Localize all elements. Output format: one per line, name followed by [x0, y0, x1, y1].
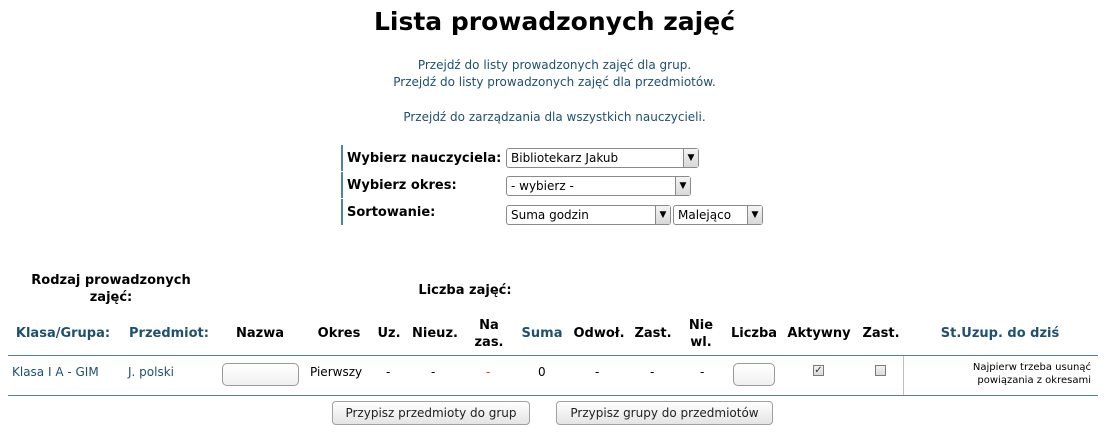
column-aktywny: Aktywny [787, 326, 851, 341]
row-suma: 0 [538, 365, 546, 379]
column-suma[interactable]: Suma [516, 325, 568, 342]
filter-row-marker [341, 172, 343, 198]
all-teachers-link[interactable]: Przejdź do zarządzania dla wszystkich na… [0, 109, 1109, 125]
row-zast-checkbox[interactable] [875, 365, 886, 376]
row-uz: - [386, 365, 391, 379]
checkmark-icon: ✓ [814, 365, 823, 376]
assign-subjects-to-groups-button[interactable]: Przypisz przedmioty do grup [332, 401, 530, 425]
filter-row-marker [341, 199, 343, 225]
chevron-down-icon: ▼ [747, 206, 762, 224]
row-nie-wl: - [700, 365, 705, 379]
chevron-down-icon: ▼ [675, 177, 690, 195]
column-odwol: Odwoł. [573, 326, 625, 341]
sort-label: Sortowanie: [347, 205, 436, 220]
column-klasa-grupa[interactable]: Klasa/Grupa: [8, 325, 118, 342]
sort-order-select[interactable]: Malejąco ▼ [673, 205, 763, 225]
course-type-heading: Rodzaj prowadzonych zajęć: [31, 273, 191, 305]
chevron-down-icon: ▼ [655, 206, 670, 224]
row-klasa-link[interactable]: Klasa I A - GIM [12, 364, 99, 380]
groups-list-link[interactable]: Przejdź do listy prowadzonych zajęć dla … [0, 57, 1109, 73]
column-nieuz: Nieuz. [412, 326, 458, 341]
filters-panel: Wybierz nauczyciela: Bibliotekarz Jakub … [341, 144, 781, 225]
teacher-select-value: Bibliotekarz Jakub [511, 151, 619, 165]
assign-groups-to-subjects-button[interactable]: Przypisz grupy do przedmiotów [556, 401, 773, 425]
period-select[interactable]: - wybierz - ▼ [506, 176, 691, 196]
row-odwol: - [595, 365, 600, 379]
column-zast: Zast. [634, 326, 672, 341]
row-nazwa-input[interactable] [222, 363, 299, 386]
subjects-list-link[interactable]: Przejdź do listy prowadzonych zajęć dla … [0, 74, 1109, 90]
column-st-uzup[interactable]: St.Uzup. do dziś [920, 325, 1080, 342]
column-liczba: Liczba [730, 326, 778, 341]
row-liczba-input[interactable] [733, 363, 775, 386]
column-przedmiot[interactable]: Przedmiot: [124, 325, 214, 342]
period-label: Wybierz okres: [347, 178, 457, 193]
column-na-zas: Na zas. [474, 318, 504, 350]
table-bottom-divider [8, 395, 1098, 396]
column-uz: Uz. [377, 326, 401, 341]
row-przedmiot-link[interactable]: J. polski [128, 364, 174, 380]
column-okres: Okres [317, 326, 361, 341]
table-header-divider [8, 355, 1098, 356]
period-select-value: - wybierz - [511, 179, 574, 193]
row-na-zas: - [486, 365, 491, 379]
row-okres: Pierwszy [310, 365, 363, 379]
page-title: Lista prowadzonych zajęć [373, 7, 736, 36]
row-zast: - [650, 365, 655, 379]
teacher-filter-row: Wybierz nauczyciela: Bibliotekarz Jakub … [341, 144, 781, 171]
row-aktywny-checkbox[interactable]: ✓ [813, 365, 824, 376]
sort-field-value: Suma godzin [511, 208, 589, 222]
sort-filter-row: Sortowanie: Suma godzin ▼ Malejąco ▼ [341, 198, 781, 225]
sort-order-value: Malejąco [678, 208, 732, 222]
row-note: Najpierw trzeba usunąć powiązania z okre… [972, 362, 1091, 386]
class-count-heading: Liczba zajęć: [418, 283, 512, 298]
filter-row-marker [341, 145, 343, 171]
sort-field-select[interactable]: Suma godzin ▼ [506, 205, 671, 225]
column-zast-checkbox: Zast. [862, 326, 900, 341]
column-nie-wl: Nie wl. [688, 318, 714, 350]
note-column-divider [903, 356, 904, 395]
row-nieuz: - [431, 365, 436, 379]
teacher-select[interactable]: Bibliotekarz Jakub ▼ [506, 148, 699, 168]
chevron-down-icon: ▼ [683, 149, 698, 167]
column-nazwa: Nazwa [235, 326, 284, 341]
teacher-label: Wybierz nauczyciela: [347, 151, 502, 166]
period-filter-row: Wybierz okres: - wybierz - ▼ [341, 171, 781, 198]
